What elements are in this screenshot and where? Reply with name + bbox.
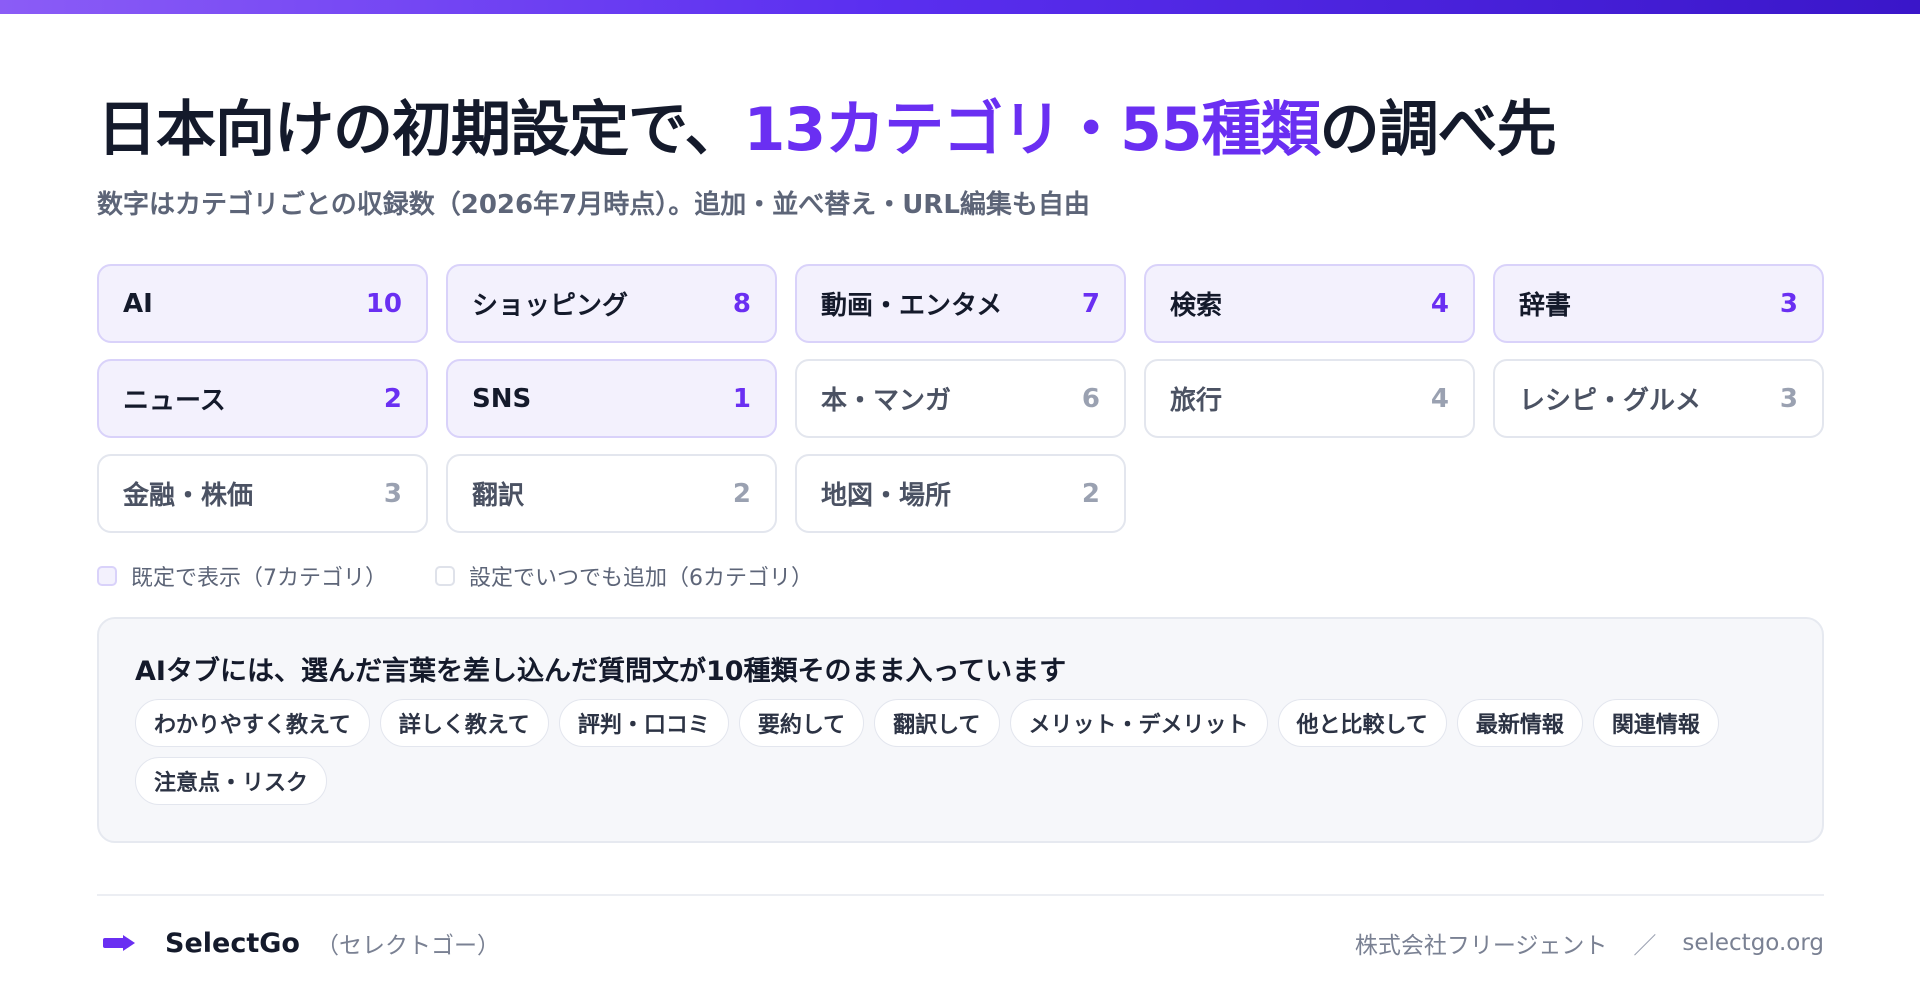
legend-label-default: 既定で表示（7カテゴリ） [131, 566, 387, 591]
legend: 既定で表示（7カテゴリ） 設定でいつでも追加（6カテゴリ） [97, 560, 861, 592]
category-count: 3 [383, 478, 402, 509]
site-url: selectgo.org [1682, 930, 1824, 956]
prompt-chip: 他と比較して [1277, 699, 1447, 747]
footer-divider [97, 894, 1824, 896]
category-name: 動画・エンタメ [821, 291, 1003, 321]
category-count: 10 [365, 288, 402, 319]
category-card-sns: SNS 1 [446, 359, 777, 438]
category-card-shopping: ショッピング 8 [446, 264, 777, 343]
category-count: 2 [383, 383, 402, 414]
category-name: 辞書 [1519, 291, 1572, 321]
ai-prompts-panel: AIタブには、選んだ言葉を差し込んだ質問文が10種類そのまま入っています わかり… [97, 617, 1824, 843]
top-accent-bar [0, 0, 1920, 14]
prompt-chip: 評判・口コミ [558, 699, 729, 747]
category-count: 4 [1430, 288, 1449, 319]
category-count: 2 [1081, 478, 1100, 509]
brand-kana: （セレクトゴー） [315, 933, 500, 959]
footer-separator: ／ [1633, 933, 1657, 959]
title-suffix: の調べ先 [1319, 95, 1557, 165]
category-name: 金融・株価 [123, 481, 254, 511]
arrow-logo-icon [103, 935, 137, 951]
category-name: SNS [472, 383, 532, 414]
category-name: 翻訳 [472, 481, 525, 511]
title-prefix: 日本向けの初期設定で、 [97, 95, 745, 165]
company-name: 株式会社フリージェント [1354, 933, 1608, 959]
category-name: 検索 [1170, 291, 1223, 321]
brand-name: SelectGo [165, 927, 300, 959]
category-card-dictionary: 辞書 3 [1493, 264, 1824, 343]
category-card-ai: AI 10 [97, 264, 428, 343]
category-card-translate: 翻訳 2 [446, 454, 777, 533]
category-count: 7 [1081, 288, 1100, 319]
legend-swatch-default [97, 566, 117, 586]
category-card-video: 動画・エンタメ 7 [795, 264, 1126, 343]
category-count: 3 [1779, 288, 1798, 319]
category-count: 3 [1779, 383, 1798, 414]
prompt-chip: 詳しく教えて [379, 699, 549, 747]
category-name: 地図・場所 [821, 481, 952, 511]
category-card-search: 検索 4 [1144, 264, 1475, 343]
legend-swatch-optional [435, 566, 455, 586]
page-subtitle: 数字はカテゴリごとの収録数（2026年7月時点）。追加・並べ替え・URL編集も自… [97, 190, 1090, 220]
page-title: 日本向けの初期設定で、13カテゴリ・55種類の調べ先 [97, 92, 1557, 168]
prompt-chip: メリット・デメリット [1009, 699, 1268, 747]
category-count: 2 [732, 478, 751, 509]
prompt-chip: 注意点・リスク [135, 757, 328, 805]
category-card-finance: 金融・株価 3 [97, 454, 428, 533]
category-count: 6 [1081, 383, 1100, 414]
category-count: 4 [1430, 383, 1449, 414]
prompt-chip-list: わかりやすく教えて 詳しく教えて 評判・口コミ 要約して 翻訳して メリット・デ… [135, 699, 1795, 815]
category-count: 1 [732, 383, 751, 414]
prompt-chip: 関連情報 [1592, 699, 1719, 747]
legend-item-optional: 設定でいつでも追加（6カテゴリ） [435, 560, 813, 592]
prompt-chip: わかりやすく教えて [135, 699, 370, 747]
title-accent: 13カテゴリ・55種類 [743, 95, 1321, 165]
category-name: 本・マンガ [821, 386, 952, 416]
footer: SelectGo （セレクトゴー） 株式会社フリージェント ／ selectgo… [97, 923, 1824, 963]
prompt-chip: 要約して [738, 699, 865, 747]
footer-right: 株式会社フリージェント ／ selectgo.org [1355, 923, 1824, 963]
prompt-chip: 翻訳して [874, 699, 1000, 747]
category-name: 旅行 [1170, 386, 1223, 416]
ai-panel-title: AIタブには、選んだ言葉を差し込んだ質問文が10種類そのまま入っています [135, 656, 1067, 687]
category-name: レシピ・グルメ [1519, 386, 1702, 416]
category-count: 8 [732, 288, 751, 319]
category-card-recipes: レシピ・グルメ 3 [1493, 359, 1824, 438]
category-card-news: ニュース 2 [97, 359, 428, 438]
category-name: ショッピング [472, 291, 629, 321]
category-card-books: 本・マンガ 6 [795, 359, 1126, 438]
legend-item-default: 既定で表示（7カテゴリ） [97, 560, 387, 592]
legend-label-optional: 設定でいつでも追加（6カテゴリ） [469, 566, 813, 591]
prompt-chip: 最新情報 [1456, 699, 1583, 747]
brand: SelectGo （セレクトゴー） [103, 923, 500, 963]
category-name: ニュース [123, 386, 226, 416]
category-card-travel: 旅行 4 [1144, 359, 1475, 438]
category-card-maps: 地図・場所 2 [795, 454, 1126, 533]
category-name: AI [123, 288, 153, 319]
